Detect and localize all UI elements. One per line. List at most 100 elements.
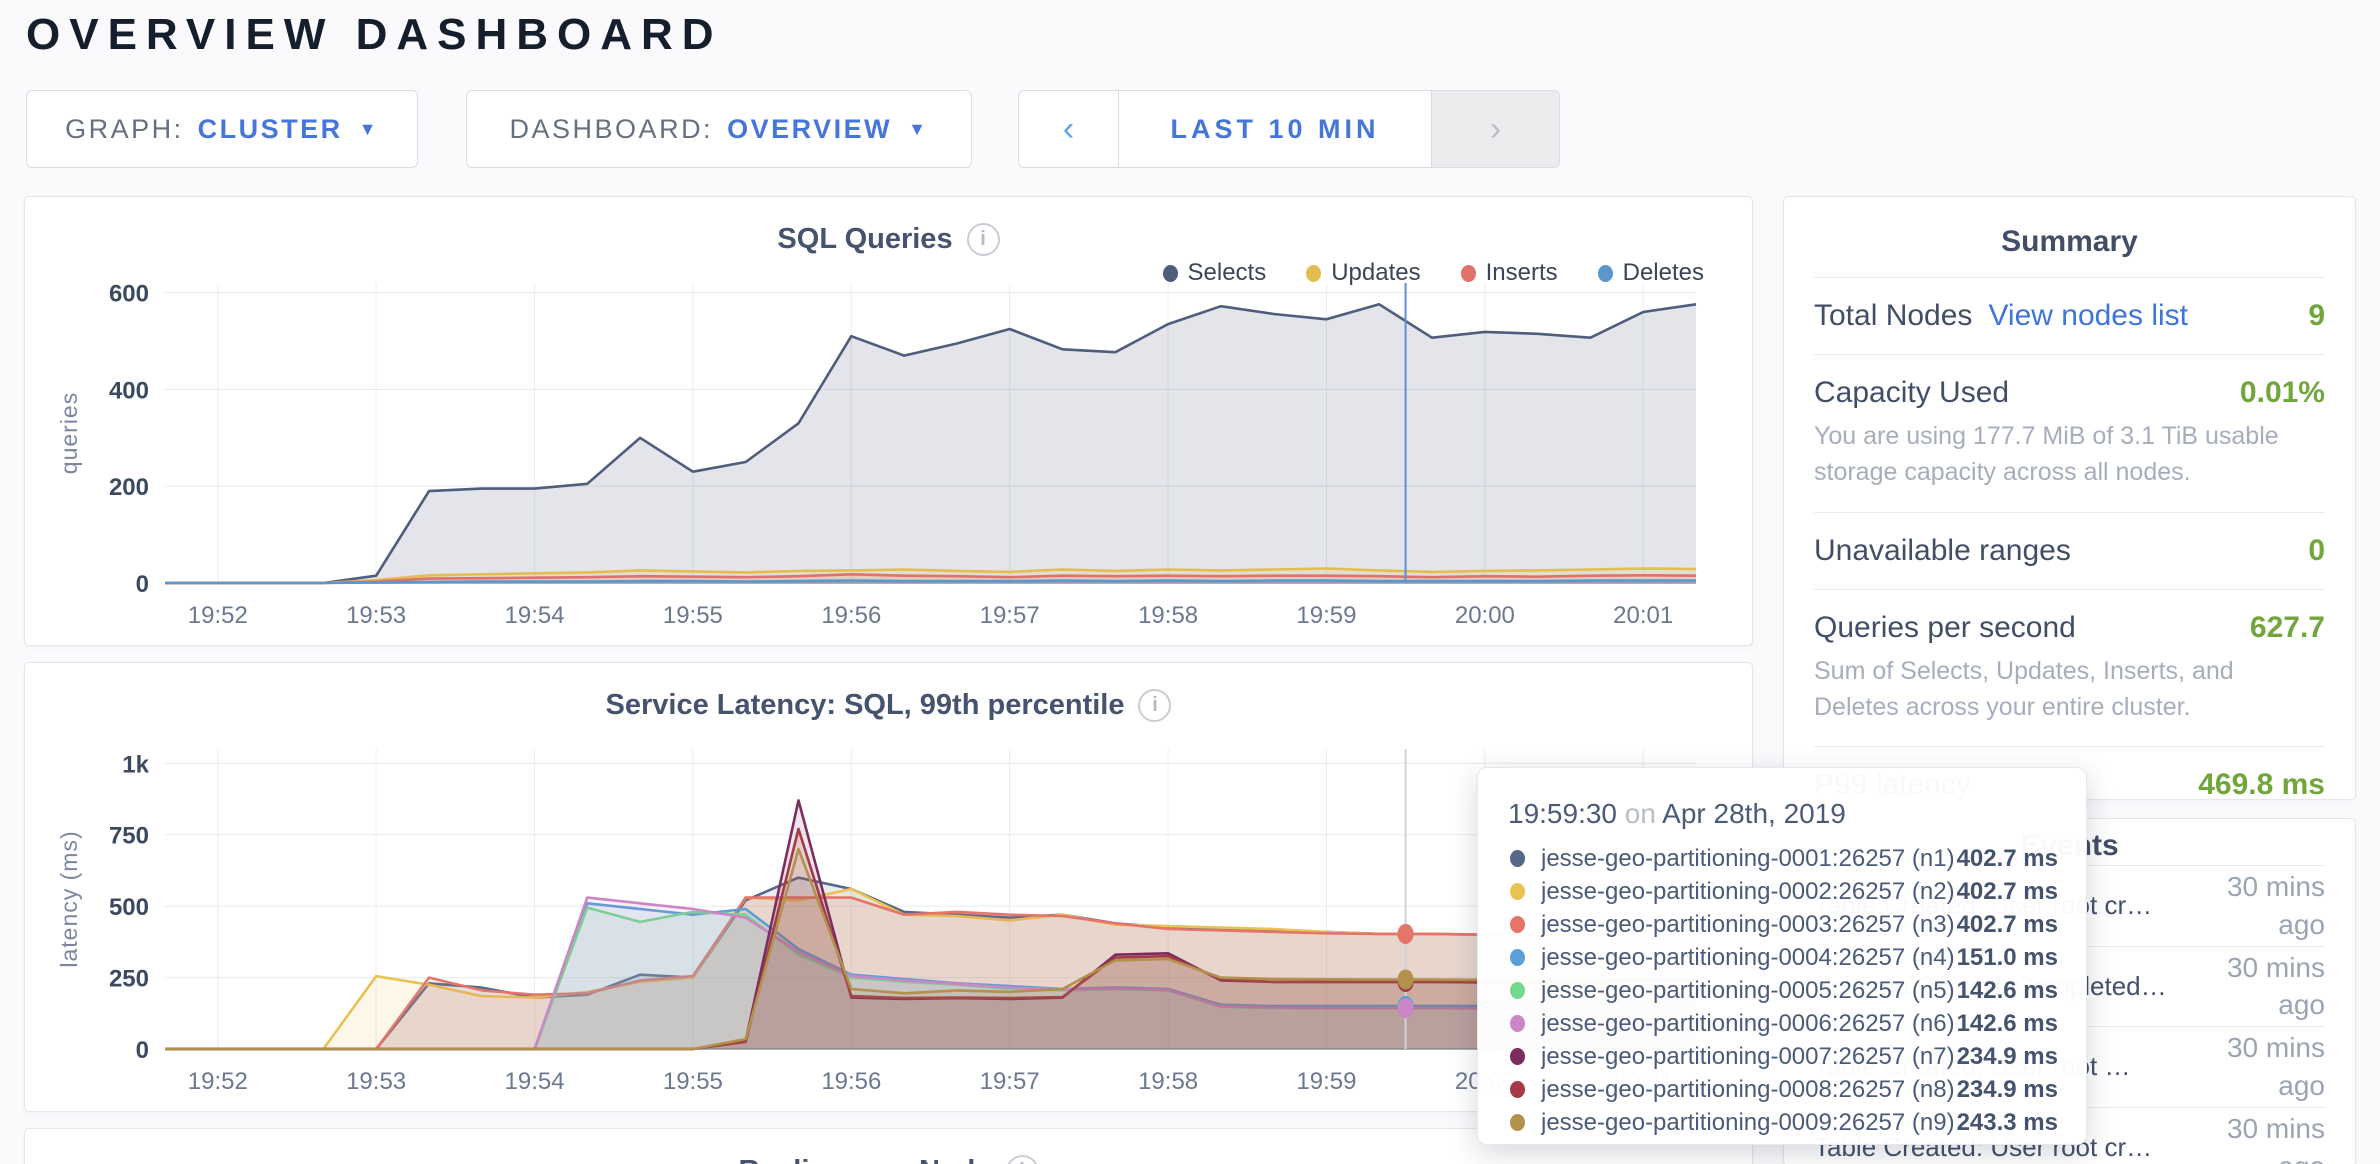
dashboard-dropdown-label: DASHBOARD: — [510, 114, 714, 145]
tooltip-row: jesse-geo-partitioning-0001:26257 (n1) 4… — [1506, 842, 2058, 875]
svg-text:19:52: 19:52 — [188, 602, 248, 629]
tooltip-row: jesse-geo-partitioning-0006:26257 (n6) 1… — [1506, 1007, 2058, 1040]
svg-text:19:58: 19:58 — [1138, 1068, 1198, 1095]
node-6-dot-icon — [1510, 1015, 1525, 1032]
time-window-next-button[interactable]: › — [1431, 91, 1559, 167]
svg-text:19:59: 19:59 — [1296, 1068, 1356, 1095]
tooltip-timestamp: 19:59:30 on Apr 28th, 2019 — [1508, 798, 2058, 830]
caret-down-icon: ▼ — [908, 119, 928, 140]
tooltip-row: jesse-geo-partitioning-0002:26257 (n2) 4… — [1506, 875, 2058, 908]
node-latency-value: 402.7 ms — [1957, 878, 2058, 906]
time-window-prev-button[interactable]: ‹ — [1019, 91, 1119, 167]
legend-item-inserts[interactable]: Inserts — [1461, 259, 1558, 287]
node-9-dot-icon — [1510, 1114, 1525, 1131]
svg-text:19:53: 19:53 — [346, 602, 406, 629]
svg-text:19:55: 19:55 — [663, 602, 723, 629]
svg-text:0: 0 — [136, 1037, 149, 1064]
tooltip-row: jesse-geo-partitioning-0008:26257 (n8) 2… — [1506, 1073, 2058, 1106]
p99-latency-value: 469.8 ms — [2198, 768, 2325, 802]
tooltip-on: on — [1625, 798, 1656, 829]
selects-dot-icon — [1163, 265, 1178, 282]
legend-label: Updates — [1331, 259, 1420, 287]
node-8-dot-icon — [1510, 1081, 1525, 1098]
sql-queries-legend: Selects Updates Inserts Deletes — [1123, 259, 1705, 287]
graph-scope-dropdown[interactable]: GRAPH: CLUSTER ▼ — [26, 90, 418, 168]
svg-text:19:58: 19:58 — [1138, 602, 1198, 629]
summary-row-qps: Queries per second 627.7 Sum of Selects,… — [1814, 589, 2325, 747]
legend-item-updates[interactable]: Updates — [1306, 259, 1420, 287]
svg-text:19:54: 19:54 — [505, 602, 565, 629]
chart-hover-tooltip: 19:59:30 on Apr 28th, 2019 jesse-geo-par… — [1477, 767, 2087, 1145]
node-name: jesse-geo-partitioning-0002:26257 (n2) — [1541, 878, 1957, 906]
qps-label: Queries per second — [1814, 611, 2076, 645]
event-time: 30 mins ago — [2213, 868, 2325, 944]
tooltip-row: jesse-geo-partitioning-0003:26257 (n3) 4… — [1506, 908, 2058, 941]
svg-text:19:56: 19:56 — [821, 1068, 881, 1095]
caret-down-icon: ▼ — [359, 119, 379, 140]
event-time: 30 mins ago — [2213, 1029, 2325, 1105]
summary-panel: Summary Total Nodes View nodes list 9 Ca… — [1783, 196, 2356, 800]
deletes-dot-icon — [1598, 265, 1613, 282]
svg-text:19:59: 19:59 — [1296, 602, 1356, 629]
sql-queries-title: SQL Queries — [777, 223, 952, 256]
chevron-left-icon: ‹ — [1063, 110, 1074, 149]
node-name: jesse-geo-partitioning-0007:26257 (n7) — [1541, 1043, 1957, 1071]
node-name: jesse-geo-partitioning-0003:26257 (n3) — [1541, 911, 1957, 939]
capacity-description: You are using 177.7 MiB of 3.1 TiB usabl… — [1814, 418, 2325, 491]
node-5-dot-icon — [1510, 982, 1525, 999]
tooltip-time: 19:59:30 — [1508, 798, 1617, 829]
node-name: jesse-geo-partitioning-0008:26257 (n8) — [1541, 1076, 1957, 1104]
sql-queries-title-row: SQL Queries i — [25, 219, 1752, 259]
page-title: OVERVIEW DASHBOARD — [26, 10, 2380, 60]
svg-text:0: 0 — [136, 571, 149, 598]
legend-item-deletes[interactable]: Deletes — [1598, 259, 1704, 287]
time-window-value[interactable]: LAST 10 MIN — [1119, 91, 1431, 167]
svg-text:750: 750 — [109, 823, 149, 850]
svg-text:19:57: 19:57 — [980, 602, 1040, 629]
qps-description: Sum of Selects, Updates, Inserts, and De… — [1814, 653, 2325, 726]
svg-text:queries: queries — [56, 392, 82, 474]
svg-text:19:54: 19:54 — [505, 1068, 565, 1095]
node-2-dot-icon — [1510, 883, 1525, 900]
info-icon[interactable]: i — [1138, 689, 1171, 722]
svg-text:200: 200 — [109, 474, 149, 501]
tooltip-row: jesse-geo-partitioning-0005:26257 (n5) 1… — [1506, 974, 2058, 1007]
node-latency-value: 142.6 ms — [1957, 1010, 2058, 1038]
dashboard-dropdown-value: OVERVIEW — [727, 114, 892, 145]
svg-text:19:52: 19:52 — [188, 1068, 248, 1095]
svg-text:250: 250 — [109, 966, 149, 993]
unavailable-ranges-label: Unavailable ranges — [1814, 534, 2071, 568]
capacity-value: 0.01% — [2240, 376, 2325, 410]
svg-text:latency (ms): latency (ms) — [56, 830, 82, 967]
event-time: 30 mins ago — [2213, 949, 2325, 1025]
tooltip-row: jesse-geo-partitioning-0007:26257 (n7) 2… — [1506, 1040, 2058, 1073]
inserts-dot-icon — [1461, 265, 1476, 282]
view-nodes-list-link[interactable]: View nodes list — [1988, 299, 2188, 333]
total-nodes-label: Total Nodes — [1814, 299, 1972, 333]
legend-label: Selects — [1188, 259, 1267, 287]
graph-dropdown-value: CLUSTER — [198, 114, 343, 145]
svg-text:19:53: 19:53 — [346, 1068, 406, 1095]
svg-text:20:00: 20:00 — [1455, 602, 1515, 629]
svg-text:500: 500 — [109, 894, 149, 921]
sql-queries-card: SQL Queries i Selects Updates Inserts — [24, 196, 1753, 646]
legend-item-selects[interactable]: Selects — [1163, 259, 1267, 287]
svg-text:600: 600 — [109, 281, 149, 308]
total-nodes-value: 9 — [2308, 299, 2325, 333]
capacity-label: Capacity Used — [1814, 376, 2009, 410]
node-name: jesse-geo-partitioning-0006:26257 (n6) — [1541, 1010, 1957, 1038]
svg-text:19:55: 19:55 — [663, 1068, 723, 1095]
node-latency-value: 402.7 ms — [1957, 845, 2058, 873]
node-latency-value: 243.3 ms — [1957, 1109, 2058, 1137]
svg-text:400: 400 — [109, 377, 149, 404]
node-name: jesse-geo-partitioning-0005:26257 (n5) — [1541, 977, 1957, 1005]
node-4-dot-icon — [1510, 949, 1525, 966]
tooltip-date: Apr 28th, 2019 — [1662, 798, 1846, 829]
sql-queries-chart[interactable]: 020040060019:5219:5319:5419:5519:5619:57… — [47, 267, 1730, 635]
info-icon[interactable]: i — [1006, 1155, 1039, 1164]
event-time: 30 mins ago — [2213, 1110, 2325, 1164]
updates-dot-icon — [1306, 265, 1321, 282]
dashboard-dropdown[interactable]: DASHBOARD: OVERVIEW ▼ — [466, 90, 972, 168]
info-icon[interactable]: i — [967, 223, 1000, 256]
node-name: jesse-geo-partitioning-0004:26257 (n4) — [1541, 944, 1957, 972]
